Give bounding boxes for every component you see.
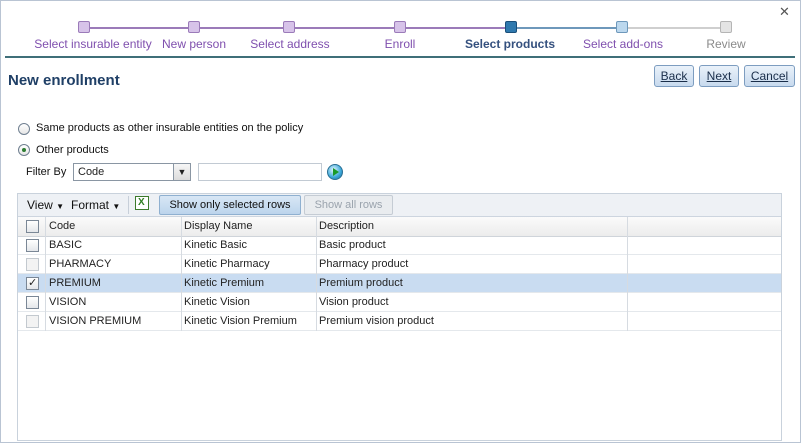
page-title: New enrollment	[8, 72, 120, 89]
row-checkbox[interactable]	[26, 296, 39, 309]
next-button[interactable]: Next	[699, 65, 739, 87]
filter-by-label: Filter By	[26, 166, 67, 178]
caret-down-icon: ▼	[56, 202, 65, 211]
header-divider	[5, 56, 795, 58]
column-divider	[45, 217, 46, 331]
cell-description: Vision product	[319, 296, 389, 308]
view-menu[interactable]: View ▼	[27, 198, 64, 212]
format-menu[interactable]: Format ▼	[71, 198, 120, 212]
step-label-select-insurable-entity[interactable]: Select insurable entity	[34, 37, 151, 51]
same-products-radio[interactable]	[18, 123, 30, 135]
column-header-code[interactable]: Code	[49, 220, 75, 232]
back-button[interactable]: Back	[654, 65, 694, 87]
cell-description: Basic product	[319, 239, 386, 251]
cell-code: VISION	[49, 296, 87, 308]
step-label-review: Review	[706, 37, 746, 51]
excel-export-icon[interactable]	[135, 196, 149, 210]
step-label-select-address[interactable]: Select address	[250, 37, 329, 51]
step-label-select-add-ons: Select add-ons	[582, 37, 664, 51]
column-header-display-name[interactable]: Display Name	[184, 220, 252, 232]
other-products-radio[interactable]	[18, 144, 30, 156]
cell-display-name: Kinetic Basic	[184, 239, 247, 251]
step-dot-enroll[interactable]	[394, 21, 406, 33]
caret-down-icon: ▼	[112, 202, 121, 211]
other-products-label[interactable]: Other products	[36, 144, 109, 156]
column-header-description[interactable]: Description	[319, 220, 374, 232]
cell-code: BASIC	[49, 239, 83, 251]
table-row[interactable]: VISION Kinetic Vision Vision product	[18, 293, 781, 312]
step-label-select-products: Select products	[464, 37, 556, 51]
wizard-track-next	[511, 27, 622, 29]
step-dot-new-person[interactable]	[188, 21, 200, 33]
table-row[interactable]: PHARMACY Kinetic Pharmacy Pharmacy product	[18, 255, 781, 274]
grid-toolbar	[18, 194, 781, 217]
cell-display-name: Kinetic Vision Premium	[184, 315, 297, 327]
grid-header: Code Display Name Description	[18, 217, 781, 237]
step-dot-select-add-ons	[616, 21, 628, 33]
table-row[interactable]: PREMIUM Kinetic Premium Premium product	[18, 274, 781, 293]
step-dot-select-insurable-entity[interactable]	[78, 21, 90, 33]
cell-display-name: Kinetic Vision	[184, 296, 250, 308]
go-arrow-icon[interactable]	[327, 164, 343, 180]
filter-field-select[interactable]: Code ▼	[73, 163, 191, 181]
chevron-down-icon[interactable]: ▼	[173, 164, 190, 180]
select-all-checkbox[interactable]	[26, 220, 39, 233]
step-label-new-person[interactable]: New person	[162, 37, 226, 51]
row-checkbox	[26, 315, 39, 328]
format-menu-label: Format	[71, 198, 110, 212]
show-selected-rows-button[interactable]: Show only selected rows	[159, 195, 301, 215]
row-checkbox	[26, 258, 39, 271]
view-menu-label: View	[27, 198, 53, 212]
row-checkbox[interactable]	[26, 276, 39, 290]
column-divider	[181, 217, 182, 331]
table-row[interactable]: BASIC Kinetic Basic Basic product	[18, 236, 781, 255]
cell-display-name: Kinetic Premium	[184, 277, 265, 289]
cell-code: PREMIUM	[49, 277, 101, 289]
wizard-track-future	[622, 27, 726, 29]
filter-field-value: Code	[78, 166, 105, 178]
column-divider	[316, 217, 317, 331]
step-dot-select-address[interactable]	[283, 21, 295, 33]
filter-value-input[interactable]	[198, 163, 322, 181]
cancel-button[interactable]: Cancel	[744, 65, 795, 87]
cell-description: Pharmacy product	[319, 258, 409, 270]
row-checkbox[interactable]	[26, 239, 39, 252]
step-label-enroll[interactable]: Enroll	[385, 37, 416, 51]
wizard-track-done	[84, 27, 511, 29]
table-row[interactable]: VISION PREMIUM Kinetic Vision Premium Prem…	[18, 312, 781, 331]
cell-code: VISION PREMIUM	[49, 315, 142, 327]
column-divider	[627, 217, 628, 331]
cell-description: Premium product	[319, 277, 403, 289]
cell-code: PHARMACY	[49, 258, 112, 270]
cell-display-name: Kinetic Pharmacy	[184, 258, 270, 270]
close-icon[interactable]: ✕	[779, 4, 790, 20]
toolbar-divider	[128, 196, 129, 214]
show-all-rows-button: Show all rows	[304, 195, 393, 215]
same-products-label[interactable]: Same products as other insurable entitie…	[36, 122, 303, 134]
step-dot-review	[720, 21, 732, 33]
step-dot-select-products	[505, 21, 517, 33]
cell-description: Premium vision product	[319, 315, 434, 327]
